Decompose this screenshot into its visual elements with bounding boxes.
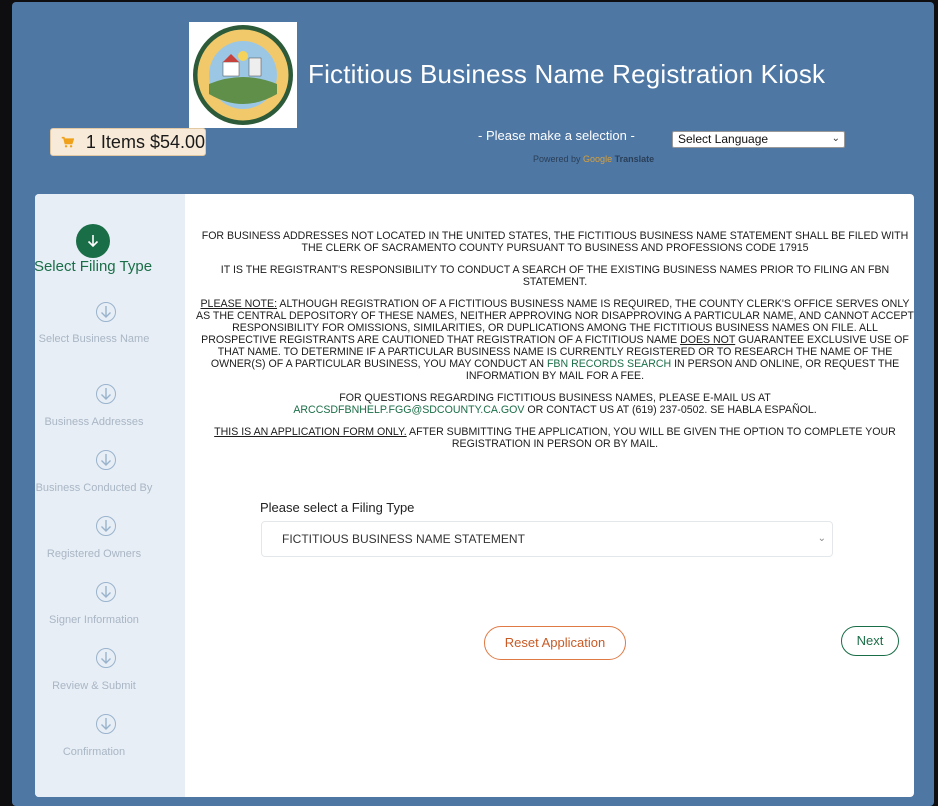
notice-search-responsibility: It is the registrant's responsibility to… <box>220 264 890 288</box>
application-form-only-label: This is an application form only. <box>214 426 407 438</box>
step-label: Confirmation <box>62 746 126 758</box>
progress-sidebar: Select Filing Type Select Business Name … <box>35 194 185 797</box>
arrow-down-icon <box>96 516 116 536</box>
filing-type-select[interactable]: FICTITIOUS BUSINESS NAME STATEMENT ⌄ <box>261 521 833 557</box>
reset-application-button[interactable]: Reset Application <box>484 626 626 660</box>
does-not-emphasis: does not <box>680 334 736 346</box>
application-card: Select Filing Type Select Business Name … <box>35 194 914 797</box>
notice-content: For business addresses not located in th… <box>195 230 914 460</box>
translate-link: Translate <box>614 154 655 164</box>
arrow-down-icon <box>96 648 116 668</box>
shopping-cart-button[interactable]: 1 Items $54.00 <box>50 128 206 156</box>
step-label: Select Business Name <box>38 333 150 345</box>
language-select[interactable]: Select Language ⌄ <box>672 131 845 148</box>
powered-by-text: Powered by <box>533 154 581 164</box>
arrow-down-icon <box>96 384 116 404</box>
google-translate-credit[interactable]: Powered by Google Translate <box>533 154 654 164</box>
help-email-link[interactable]: ARCCSDFBNHELP.FGG@SDCOUNTY.CA.GOV <box>293 404 524 416</box>
step-label: Business Addresses <box>44 416 144 428</box>
notice-disclaimer: Please Note: Although registration of a … <box>195 298 914 382</box>
notice-foreign-address: For business addresses not located in th… <box>201 230 909 254</box>
step-indicator-icon <box>76 224 110 258</box>
step-label: Signer Information <box>49 614 139 626</box>
contact-text: For questions regarding fictitious busin… <box>339 392 771 404</box>
chevron-down-icon: ⌄ <box>817 533 826 544</box>
county-seal-logo <box>189 22 297 128</box>
filing-type-value: FICTITIOUS BUSINESS NAME STATEMENT <box>282 532 525 546</box>
step-label: Select Filing Type <box>35 258 153 275</box>
cart-icon <box>61 136 74 148</box>
google-logo: Google <box>583 154 613 164</box>
arrow-down-icon <box>96 582 116 602</box>
arrow-down-icon <box>96 450 116 470</box>
contact-text: or contact us at (619) 237-0502. Se Habl… <box>524 404 817 416</box>
fbn-records-search-link[interactable]: FBN Records Search <box>547 358 671 370</box>
chevron-down-icon: ⌄ <box>831 133 840 144</box>
notice-contact: For questions regarding fictitious busin… <box>195 392 914 416</box>
language-select-value: Select Language <box>678 132 769 146</box>
language-prompt: - Please make a selection - <box>478 128 635 143</box>
please-note-label: Please Note: <box>200 298 278 310</box>
step-label: Business Conducted By <box>35 482 153 494</box>
step-label: Review & Submit <box>52 680 136 692</box>
step-label: Registered Owners <box>46 548 142 560</box>
filing-type-label: Please select a Filing Type <box>260 500 415 515</box>
arrow-down-icon <box>96 714 116 734</box>
application-form-text: After submitting the application, you wi… <box>406 426 896 450</box>
page-title: Fictitious Business Name Registration Ki… <box>308 59 826 89</box>
cart-summary: 1 Items $54.00 <box>85 131 205 152</box>
notice-application-form: This is an application form only. After … <box>195 426 914 450</box>
next-button[interactable]: Next <box>841 626 899 656</box>
arrow-down-icon <box>96 302 116 322</box>
